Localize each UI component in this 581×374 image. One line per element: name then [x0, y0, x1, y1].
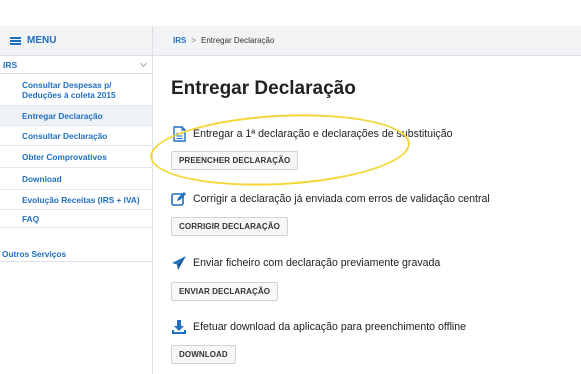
- highlight-ellipse: [148, 108, 412, 192]
- action-entregar-text: Entregar a 1ª declaração e declarações d…: [193, 128, 453, 140]
- sidebar-item-evolucao-receitas[interactable]: Evolução Receitas (IRS + IVA): [0, 190, 152, 210]
- page-title: Entregar Declaração: [171, 78, 356, 99]
- breadcrumb-separator: >: [191, 36, 197, 45]
- menu-toggle[interactable]: MENU: [0, 26, 152, 56]
- action-download-text: Efetuar download da aplicação para preen…: [193, 321, 467, 333]
- enviar-declaracao-button[interactable]: ENVIAR DECLARAÇÃO: [171, 282, 279, 301]
- chevron-down-icon: [139, 59, 148, 67]
- corrigir-declaracao-button[interactable]: CORRIGIR DECLARAÇÃO: [171, 217, 289, 236]
- preencher-declaracao-button[interactable]: PREENCHER DECLARAÇÃO: [171, 151, 299, 170]
- breadcrumb-current: Entregar Declaração: [201, 36, 275, 45]
- document-icon: [171, 126, 187, 142]
- action-enviar: Enviar ficheiro com declaração previamen…: [171, 255, 440, 271]
- action-entregar: Entregar a 1ª declaração e declarações d…: [171, 126, 453, 142]
- download-icon: [171, 319, 187, 335]
- sidebar-section-irs[interactable]: IRS: [0, 56, 152, 74]
- breadcrumb: IRS > Entregar Declaração: [153, 26, 581, 56]
- hamburger-icon: [10, 36, 21, 45]
- send-icon: [171, 255, 187, 271]
- sidebar-divider: [152, 26, 153, 374]
- menu-label: MENU: [27, 35, 57, 46]
- sidebar-sub-list: Consultar Despesas p/ Deduções à coleta …: [0, 74, 152, 228]
- sidebar-item-faq[interactable]: FAQ: [0, 210, 152, 228]
- sidebar: MENU IRS Consultar Despesas p/ Deduções …: [0, 0, 152, 374]
- sidebar-item-entregar-declaracao[interactable]: Entregar Declaração: [0, 106, 152, 126]
- edit-icon: [171, 191, 187, 207]
- sidebar-item-consultar-declaracao[interactable]: Consultar Declaração: [0, 126, 152, 146]
- action-download: Efetuar download da aplicação para preen…: [171, 319, 466, 335]
- sidebar-item-outros-servicos[interactable]: Outros Serviços: [0, 246, 152, 262]
- sidebar-item-download[interactable]: Download: [0, 168, 152, 190]
- sidebar-item-obter-comprovativos[interactable]: Obter Comprovativos: [0, 146, 152, 168]
- sidebar-section-label: IRS: [3, 59, 18, 70]
- breadcrumb-root-link[interactable]: IRS: [173, 36, 186, 45]
- action-enviar-text: Enviar ficheiro com declaração previamen…: [193, 257, 441, 269]
- action-corrigir-text: Corrigir a declaração já enviada com err…: [193, 193, 490, 205]
- sidebar-item-consultar-despesas[interactable]: Consultar Despesas p/ Deduções à coleta …: [0, 74, 152, 106]
- action-corrigir: Corrigir a declaração já enviada com err…: [171, 191, 490, 207]
- download-button[interactable]: DOWNLOAD: [171, 345, 236, 364]
